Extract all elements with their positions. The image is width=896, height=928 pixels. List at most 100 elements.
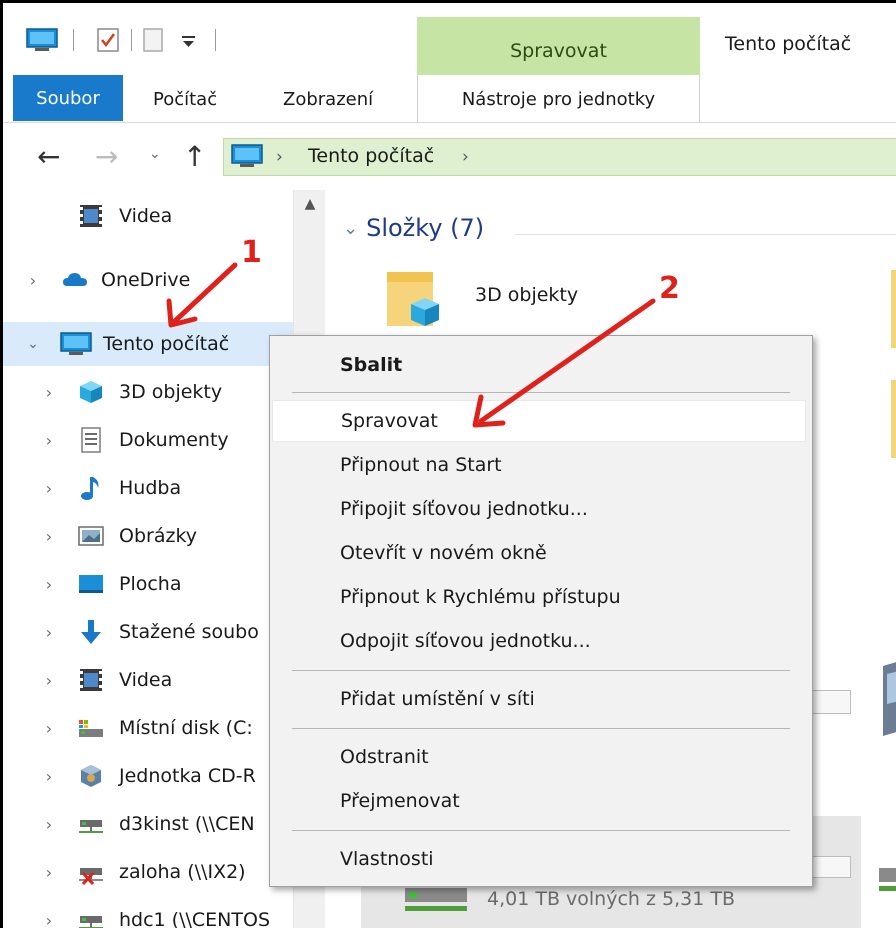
drive-icon[interactable] — [873, 850, 896, 910]
computer-icon — [60, 332, 92, 355]
explorer-window: Spravovat Tento počítač Soubor Počítač Z… — [0, 0, 896, 928]
chevron-right-icon[interactable]: › — [41, 383, 57, 402]
nav-item-label: hdc1 (\\CENTOS — [119, 909, 270, 928]
menu-item-pin-quick-access[interactable]: Připnout k Rychlému přístupu — [272, 576, 806, 618]
cd-drive-icon — [81, 765, 101, 787]
window-title: Tento počítač — [725, 33, 852, 55]
nav-item-cd-drive[interactable]: › Jednotka CD-R — [3, 754, 293, 798]
chevron-down-icon[interactable]: ⌄ — [25, 336, 41, 352]
nav-item-label: Hudba — [119, 477, 182, 499]
chevron-right-icon[interactable]: › — [41, 623, 57, 642]
chevron-right-icon[interactable]: › — [41, 575, 57, 594]
nav-item-this-pc[interactable]: ⌄ Tento počítač — [3, 322, 293, 366]
group-divider — [515, 234, 896, 235]
nav-item-label: Tento počítač — [103, 333, 230, 355]
toolbar-separator — [131, 29, 132, 51]
local-disk-icon — [79, 720, 103, 737]
cube-3d-icon — [80, 381, 102, 403]
nav-item-label: Plocha — [119, 573, 182, 595]
scroll-up-icon[interactable]: ▲ — [294, 196, 326, 212]
folder-label[interactable]: 3D objekty — [475, 284, 578, 306]
context-tab-group: Spravovat — [417, 17, 700, 75]
address-bar[interactable]: › Tento počítač › — [223, 138, 896, 176]
arrow-left-icon[interactable]: ← — [37, 140, 60, 173]
ribbon-tabs: Soubor Počítač Zobrazení Nástroje pro je… — [3, 75, 896, 123]
properties-check-icon[interactable] — [95, 27, 123, 53]
nav-item-pictures[interactable]: › Obrázky — [3, 514, 293, 558]
chevron-down-icon[interactable]: ⌄ — [343, 218, 358, 239]
nav-item-3d-objects[interactable]: › 3D objekty — [3, 370, 293, 414]
nav-item-videos[interactable]: Videa — [3, 194, 293, 238]
menu-item-map-network-drive[interactable]: Připojit síťovou jednotku... — [272, 488, 806, 530]
chevron-right-icon[interactable]: › — [41, 767, 57, 786]
nav-item-label: 3D objekty — [119, 381, 223, 403]
chevron-right-icon[interactable]: › — [41, 671, 57, 690]
music-note-icon — [81, 477, 99, 500]
menu-item-manage[interactable]: Spravovat — [272, 400, 806, 442]
tab-view[interactable]: Zobrazení — [269, 75, 387, 123]
nav-item-network-zaloha[interactable]: › zaloha (\\IX2) — [3, 850, 293, 894]
document-icon — [81, 427, 101, 453]
menu-separator — [292, 670, 790, 671]
chevron-right-icon[interactable]: › — [25, 271, 41, 290]
nav-item-documents[interactable]: › Dokumenty — [3, 418, 293, 462]
menu-item-properties[interactable]: Vlastnosti — [272, 838, 806, 880]
toolbar-separator — [215, 29, 216, 51]
nav-item-label: Dokumenty — [119, 429, 229, 451]
nav-item-local-disk[interactable]: › Místní disk (C: — [3, 706, 293, 750]
menu-item-add-network-location[interactable]: Přidat umístění v síti — [272, 678, 806, 720]
network-drive-icon — [79, 820, 103, 833]
drive-icon[interactable] — [873, 660, 896, 740]
group-header-label: Složky (7) — [366, 214, 485, 242]
nav-item-label: d3kinst (\\CEN — [119, 813, 255, 835]
new-folder-icon[interactable] — [141, 27, 167, 53]
menu-item-open-new-window[interactable]: Otevřít v novém okně — [272, 532, 806, 574]
nav-item-network-hdc1[interactable]: › hdc1 (\\CENTOS — [3, 898, 293, 928]
annotation-number-1: 1 — [241, 235, 262, 270]
nav-item-music[interactable]: › Hudba — [3, 466, 293, 510]
nav-item-label: Videa — [119, 205, 173, 227]
nav-item-downloads[interactable]: › Stažené soubo — [3, 610, 293, 654]
chevron-right-icon[interactable]: › — [41, 911, 57, 928]
cloud-icon — [63, 273, 87, 286]
menu-item-pin-start[interactable]: Připnout na Start — [272, 444, 806, 486]
tab-computer[interactable]: Počítač — [139, 75, 231, 123]
chevron-down-icon[interactable]: ⌄ — [149, 146, 161, 162]
drive-free-space: 4,01 TB volných z 5,31 TB — [487, 888, 735, 910]
desktop-icon — [79, 575, 103, 593]
group-header-folders[interactable]: ⌄ Složky (7) — [343, 214, 484, 242]
breadcrumb-chevron-icon[interactable]: › — [276, 147, 283, 167]
breadcrumb[interactable]: Tento počítač — [308, 145, 434, 167]
folder-icon[interactable] — [891, 380, 896, 458]
arrow-right-icon[interactable]: → — [95, 140, 118, 173]
chevron-right-icon[interactable]: › — [41, 479, 57, 498]
arrow-up-icon[interactable]: ↑ — [183, 140, 206, 173]
video-icon — [80, 205, 102, 227]
computer-icon — [231, 144, 263, 167]
download-arrow-icon — [81, 620, 101, 644]
customize-dropdown-icon[interactable] — [179, 27, 199, 53]
menu-item-collapse[interactable]: Sbalit — [272, 344, 806, 386]
tab-file[interactable]: Soubor — [13, 75, 123, 121]
nav-item-videos[interactable]: › Videa — [3, 658, 293, 702]
chevron-right-icon[interactable]: › — [41, 527, 57, 546]
computer-icon[interactable] — [25, 27, 59, 53]
chevron-right-icon[interactable]: › — [41, 815, 57, 834]
context-menu: Sbalit Spravovat Připnout na Start Připo… — [269, 335, 813, 887]
video-icon — [80, 669, 102, 691]
chevron-right-icon[interactable]: › — [41, 431, 57, 450]
nav-item-network-d3kinst[interactable]: › d3kinst (\\CEN — [3, 802, 293, 846]
nav-item-desktop[interactable]: › Plocha — [3, 562, 293, 606]
network-drive-disconnected-icon — [79, 868, 103, 885]
title-bar: Spravovat Tento počítač — [3, 3, 896, 75]
chevron-right-icon[interactable]: › — [41, 863, 57, 882]
menu-item-rename[interactable]: Přejmenovat — [272, 780, 806, 822]
folder-icon[interactable] — [891, 270, 896, 348]
menu-separator — [292, 392, 790, 393]
folder-3d-icon[interactable] — [385, 270, 441, 330]
menu-item-delete[interactable]: Odstranit — [272, 736, 806, 778]
menu-item-disconnect-network-drive[interactable]: Odpojit síťovou jednotku... — [272, 620, 806, 662]
tab-drive-tools[interactable]: Nástroje pro jednotky — [417, 75, 700, 123]
chevron-right-icon[interactable]: › — [41, 719, 57, 738]
breadcrumb-chevron-icon[interactable]: › — [462, 147, 469, 167]
